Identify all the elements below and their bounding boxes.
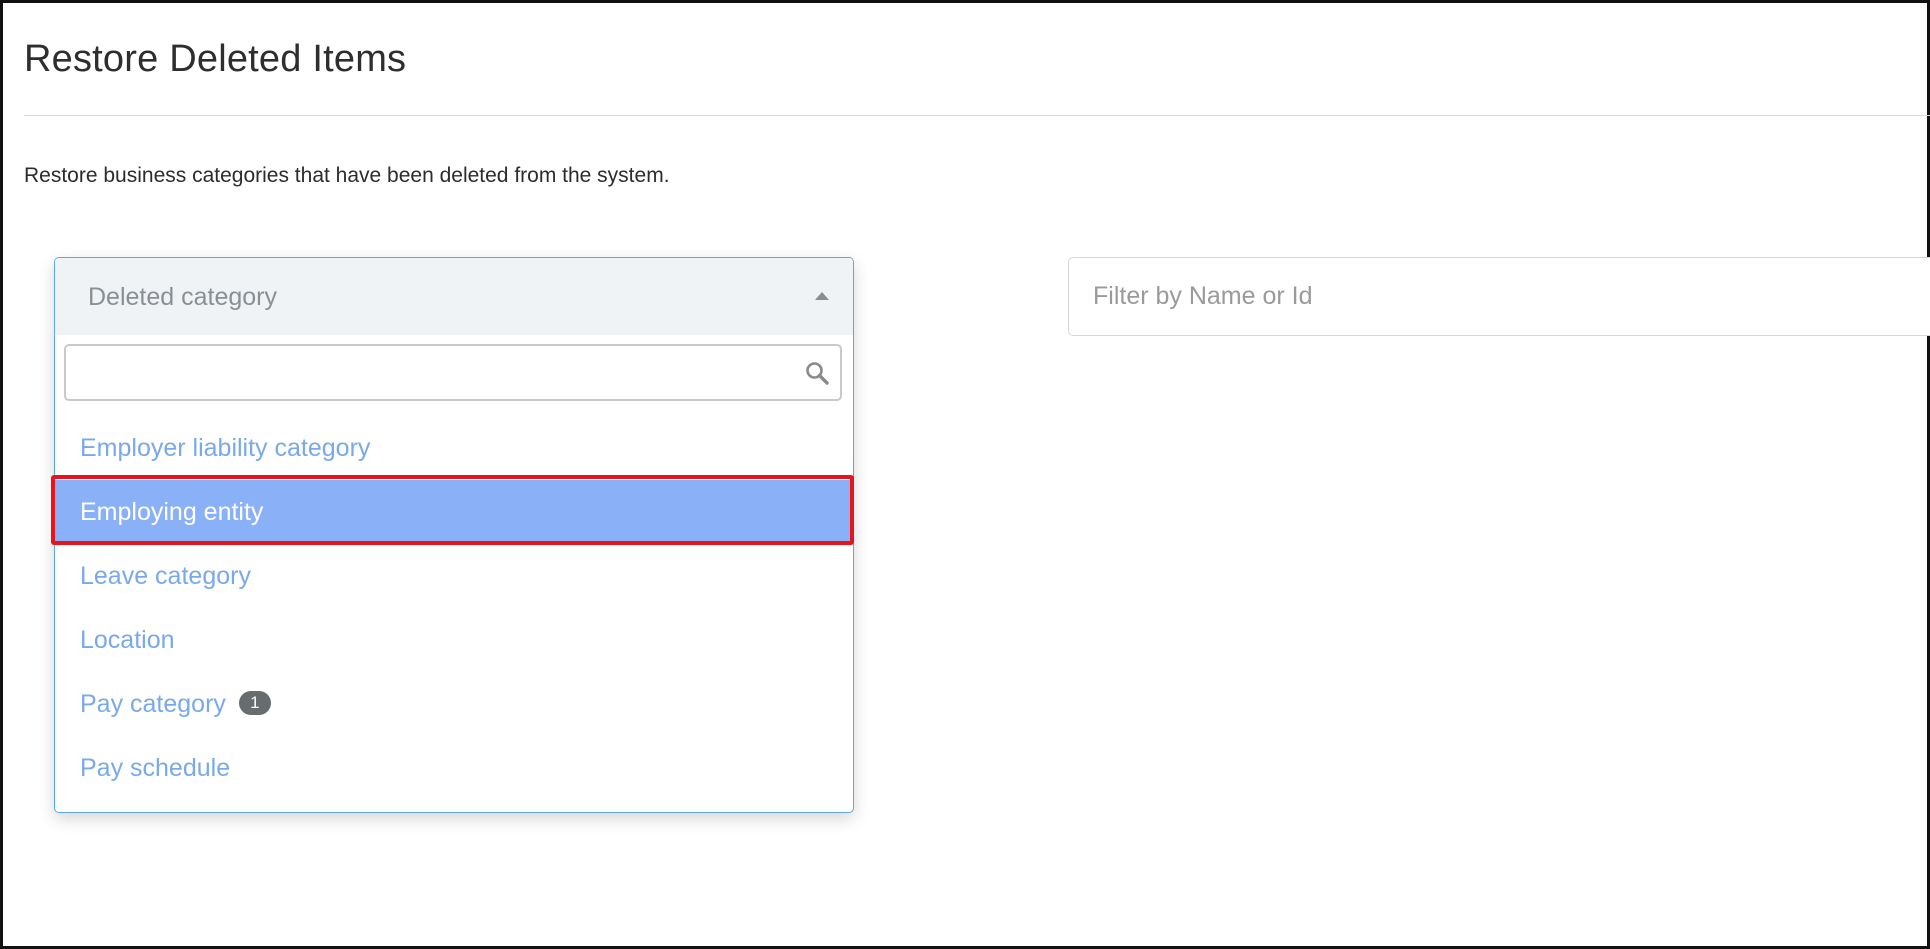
caret-up-icon[interactable]: [815, 292, 829, 300]
option-label: Pay category: [80, 690, 226, 718]
category-options-list: Employer liability category Employing en…: [55, 416, 853, 800]
option-leave-category[interactable]: Leave category: [55, 544, 853, 608]
option-label: Employing entity: [80, 498, 264, 526]
option-location[interactable]: Location: [55, 608, 853, 672]
filter-by-name-or-id-input[interactable]: [1068, 257, 1930, 336]
deleted-category-select-toggle[interactable]: Deleted category: [55, 258, 853, 335]
option-pay-category[interactable]: Pay category 1: [55, 672, 853, 736]
option-employing-entity[interactable]: Employing entity: [55, 480, 853, 544]
option-pay-schedule[interactable]: Pay schedule: [55, 736, 853, 800]
category-search-input[interactable]: [76, 354, 780, 394]
option-employer-liability-category[interactable]: Employer liability category: [55, 416, 853, 480]
select-placeholder: Deleted category: [88, 283, 278, 311]
title-divider: [24, 115, 1930, 116]
category-search-box[interactable]: [64, 344, 842, 401]
page-title: Restore Deleted Items: [24, 38, 407, 80]
count-badge: 1: [238, 691, 271, 716]
deleted-category-select[interactable]: Deleted category Employer liability cate…: [54, 257, 854, 813]
page-description: Restore business categories that have be…: [24, 164, 670, 187]
option-label: Employer liability category: [80, 434, 371, 462]
option-label: Leave category: [80, 562, 251, 590]
search-icon: [806, 362, 829, 385]
option-label: Pay schedule: [80, 754, 231, 782]
option-label: Location: [80, 626, 175, 654]
